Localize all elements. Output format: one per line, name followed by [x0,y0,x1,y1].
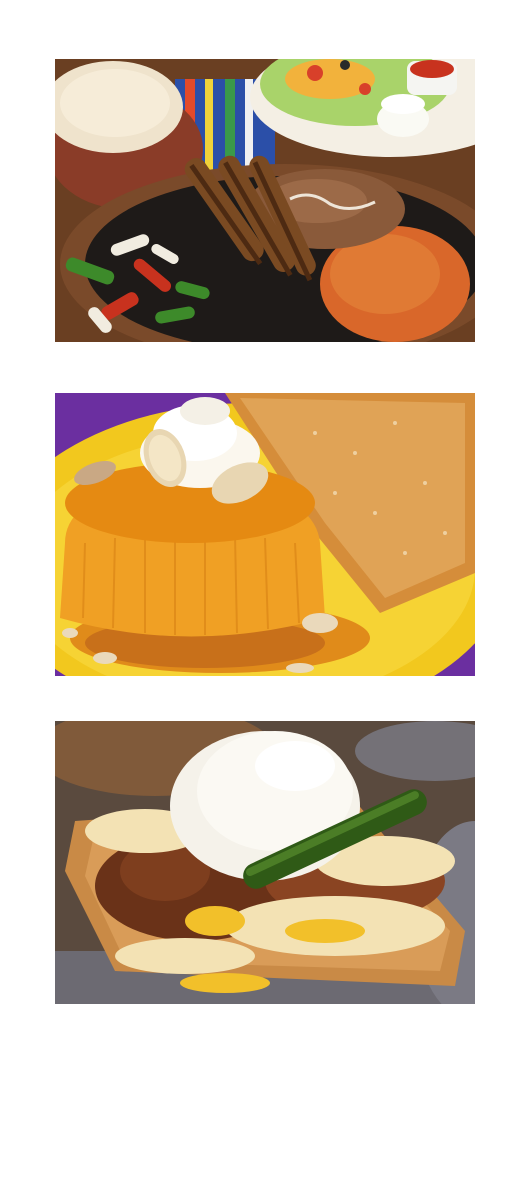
flan-photo [55,393,475,676]
fajitas-image [55,59,475,342]
nachos-photo [55,721,475,1004]
fajitas-photo [55,59,475,342]
nachos-image [55,721,475,1004]
flan-image [55,393,475,676]
